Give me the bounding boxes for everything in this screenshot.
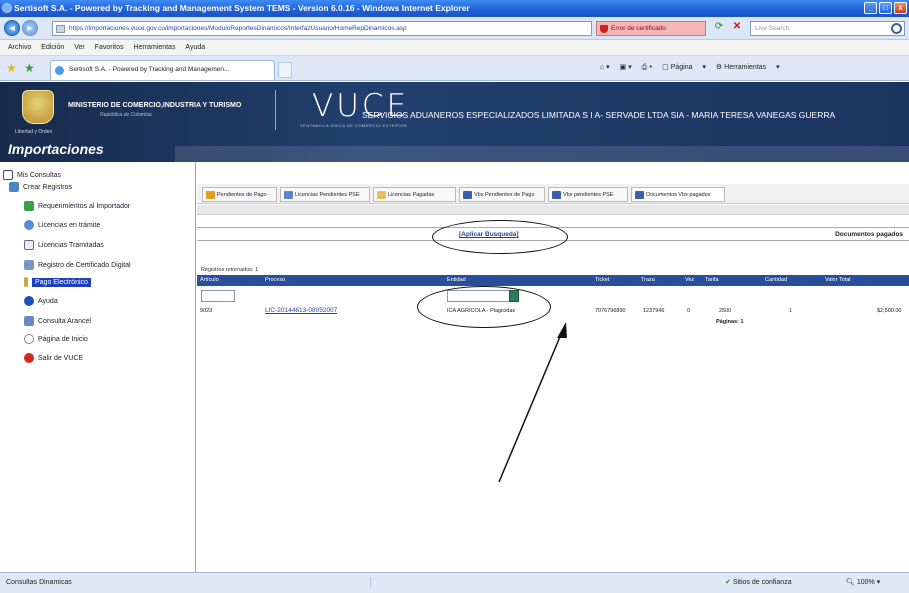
annotation-arrow [498, 322, 567, 483]
zoom-control[interactable]: 🔍︎ 100% ▾ [846, 578, 880, 586]
status-progress-area [370, 577, 700, 589]
zone-label: Sitios de confianza [732, 579, 792, 586]
check-icon: ✔ [725, 579, 731, 586]
security-zone[interactable]: ✔ Sitios de confianza [725, 578, 792, 586]
zoom-icon: 🔍︎ [846, 579, 855, 586]
zoom-label: 100% [856, 579, 875, 586]
status-text: Consultas Dinamicas [6, 579, 72, 586]
status-bar: Consultas Dinamicas ✔ Sitios de confianz… [0, 572, 909, 593]
